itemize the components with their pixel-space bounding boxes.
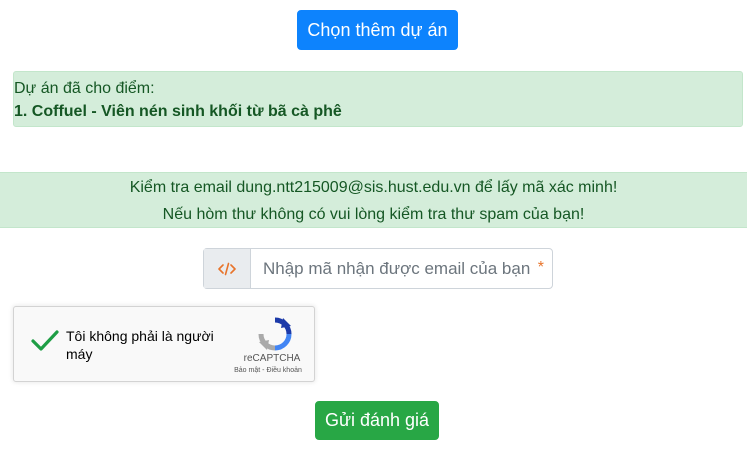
recaptcha-widget: Tôi không phải là người máy reCAPTCHA Bả…: [13, 306, 315, 382]
code-icon: [204, 249, 251, 288]
verification-code-group: *: [203, 248, 553, 289]
email-notice-alert: Kiểm tra email dung.ntt215009@sis.hust.e…: [0, 172, 747, 228]
email-notice-line1: Kiểm tra email dung.ntt215009@sis.hust.e…: [129, 179, 618, 196]
recaptcha-links: Bảo mật - Điều khoản: [220, 367, 316, 374]
submit-review-button[interactable]: Gửi đánh giá: [315, 401, 439, 440]
graded-projects-label: Dự án đã cho điểm:: [14, 80, 155, 97]
recaptcha-privacy-link[interactable]: Bảo mật: [234, 367, 260, 374]
recaptcha-label: Tôi không phải là người máy: [66, 328, 214, 362]
recaptcha-brand: reCAPTCHA: [243, 353, 301, 364]
email-notice-line2: Nếu hòm thư không có vui lòng kiểm tra t…: [162, 206, 585, 223]
choose-more-projects-button[interactable]: Chọn thêm dự án: [297, 10, 458, 50]
recaptcha-logo-icon: [257, 316, 293, 357]
recaptcha-terms-link[interactable]: Điều khoản: [266, 367, 301, 374]
recaptcha-checkbox[interactable]: [30, 329, 60, 358]
recaptcha-separator: -: [262, 367, 265, 374]
graded-projects-alert: Dự án đã cho điểm: 1. Coffuel - Viên nén…: [13, 71, 743, 127]
graded-project-item: 1. Coffuel - Viên nén sinh khối từ bã cà…: [14, 103, 342, 120]
required-mark: *: [537, 259, 544, 276]
verification-code-input[interactable]: [251, 249, 552, 288]
checkmark-icon: [31, 330, 59, 351]
